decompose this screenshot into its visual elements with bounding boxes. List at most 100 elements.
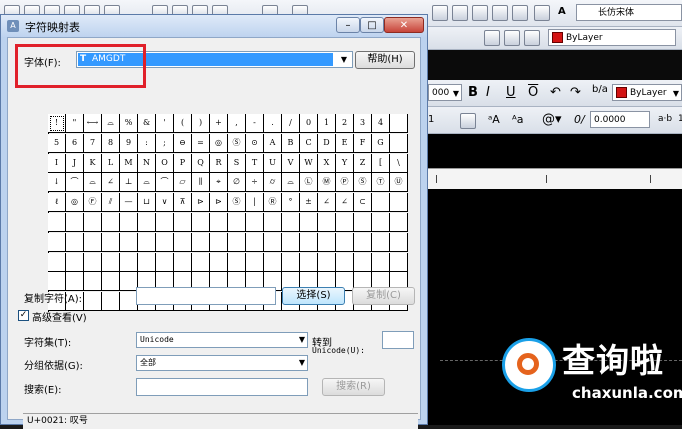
char-cell[interactable]: ; [156, 133, 174, 153]
char-cell[interactable] [372, 213, 390, 232]
char-cell[interactable] [300, 232, 318, 252]
char-cell[interactable] [138, 232, 156, 252]
char-cell[interactable] [102, 292, 120, 312]
tool-palette-icon[interactable] [492, 5, 508, 21]
char-cell[interactable] [282, 213, 300, 232]
char-cell[interactable]: W [300, 153, 318, 173]
char-cell[interactable]: K [84, 153, 102, 173]
char-cell[interactable]: ⏥ [174, 173, 192, 193]
char-cell[interactable]: ⌖ [210, 173, 228, 193]
char-cell[interactable]: Ⓢ [228, 193, 246, 213]
char-cell[interactable] [372, 193, 390, 213]
char-cell[interactable] [336, 232, 354, 252]
char-cell[interactable] [318, 213, 336, 232]
char-cell[interactable] [336, 213, 354, 232]
calculator-icon[interactable] [534, 5, 550, 21]
overline-icon[interactable]: O [528, 85, 538, 100]
stack-icon[interactable]: b/a [592, 84, 608, 95]
char-cell[interactable]: Z [354, 153, 372, 173]
char-cell[interactable]: D [318, 133, 336, 153]
char-cell[interactable] [66, 252, 84, 272]
char-cell[interactable]: : [138, 133, 156, 153]
char-cell[interactable]: Ⓣ [372, 173, 390, 193]
char-cell[interactable] [210, 232, 228, 252]
char-cell[interactable]: B [282, 133, 300, 153]
char-cell[interactable] [264, 232, 282, 252]
char-cell[interactable]: Ⓡ [264, 193, 282, 213]
char-cell[interactable] [174, 213, 192, 232]
char-cell[interactable] [156, 232, 174, 252]
italic-icon[interactable]: I [486, 85, 490, 100]
linetype-select[interactable]: ByLayer ▼ [612, 84, 682, 101]
char-cell[interactable]: ◎ [66, 193, 84, 213]
char-cell[interactable]: ⊖ [174, 133, 192, 153]
layer-state-icon[interactable] [484, 30, 500, 46]
chevron-down-icon[interactable]: ▼ [336, 52, 352, 67]
char-cell[interactable] [138, 252, 156, 272]
char-cell[interactable]: R [210, 153, 228, 173]
char-cell[interactable] [138, 213, 156, 232]
group-select[interactable]: 全部 ▼ [136, 355, 308, 371]
symbol-icon[interactable]: @▾ [542, 112, 562, 127]
char-cell[interactable] [228, 213, 246, 232]
char-cell[interactable]: ' [156, 114, 174, 133]
char-cell[interactable]: ⊔ [138, 193, 156, 213]
char-cell[interactable]: 7 [84, 133, 102, 153]
char-cell[interactable]: 8 [102, 133, 120, 153]
char-cell[interactable] [48, 232, 66, 252]
char-cell[interactable]: ) [192, 114, 210, 133]
char-cell[interactable]: % [120, 114, 138, 133]
oblique-input[interactable]: 0.0000 [590, 111, 650, 128]
char-cell[interactable] [120, 213, 138, 232]
char-cell[interactable]: ⟷ [84, 114, 102, 133]
char-cell[interactable]: Ⓕ [84, 193, 102, 213]
char-cell[interactable] [264, 252, 282, 272]
char-cell[interactable] [390, 213, 408, 232]
text-style-select[interactable]: 长仿宋体 [576, 4, 682, 21]
char-cell[interactable] [192, 213, 210, 232]
char-cell[interactable] [228, 232, 246, 252]
char-cell[interactable]: V [282, 153, 300, 173]
char-cell[interactable] [102, 232, 120, 252]
char-cell[interactable] [300, 252, 318, 272]
search-button[interactable]: 搜索(R) [322, 378, 385, 396]
char-cell[interactable] [390, 193, 408, 213]
char-cell[interactable]: ∠ [318, 193, 336, 213]
char-cell[interactable]: ∠ [102, 173, 120, 193]
char-cell[interactable] [390, 252, 408, 272]
char-cell[interactable]: ∠ [336, 193, 354, 213]
char-cell[interactable] [264, 213, 282, 232]
char-cell[interactable]: & [138, 114, 156, 133]
layer-previous-icon[interactable] [504, 30, 520, 46]
char-cell[interactable]: | [246, 193, 264, 213]
char-cell[interactable]: G [372, 133, 390, 153]
char-cell[interactable]: ⌓ [84, 173, 102, 193]
char-cell[interactable] [102, 272, 120, 292]
char-cell[interactable] [246, 232, 264, 252]
sheet-set-icon[interactable] [512, 5, 528, 21]
char-cell[interactable]: X [318, 153, 336, 173]
undo-text-icon[interactable]: ↶ [550, 85, 561, 100]
char-cell[interactable]: 9 [120, 133, 138, 153]
char-cell[interactable]: ⊳ [210, 193, 228, 213]
char-cell[interactable] [336, 252, 354, 272]
char-cell[interactable]: ⫽ [102, 193, 120, 213]
char-cell[interactable]: ∥ [192, 173, 210, 193]
redo-text-icon[interactable]: ↷ [570, 85, 581, 100]
char-cell[interactable]: = [192, 133, 210, 153]
char-cell[interactable]: U [264, 153, 282, 173]
char-cell[interactable]: I [48, 153, 66, 173]
char-cell[interactable]: ⊂ [354, 193, 372, 213]
char-cell[interactable] [192, 252, 210, 272]
char-cell[interactable]: 5 [48, 133, 66, 153]
char-cell[interactable]: ↓ [48, 173, 66, 193]
char-cell[interactable] [48, 272, 66, 292]
char-cell[interactable]: ℓ [48, 193, 66, 213]
char-cell[interactable]: ⌭ [264, 173, 282, 193]
char-cell[interactable]: / [282, 114, 300, 133]
char-cell[interactable]: ⌓ [102, 114, 120, 133]
char-cell[interactable] [372, 232, 390, 252]
char-cell[interactable]: C [300, 133, 318, 153]
help-button[interactable]: 帮助(H) [355, 51, 415, 69]
color-select[interactable]: ByLayer [548, 29, 676, 46]
